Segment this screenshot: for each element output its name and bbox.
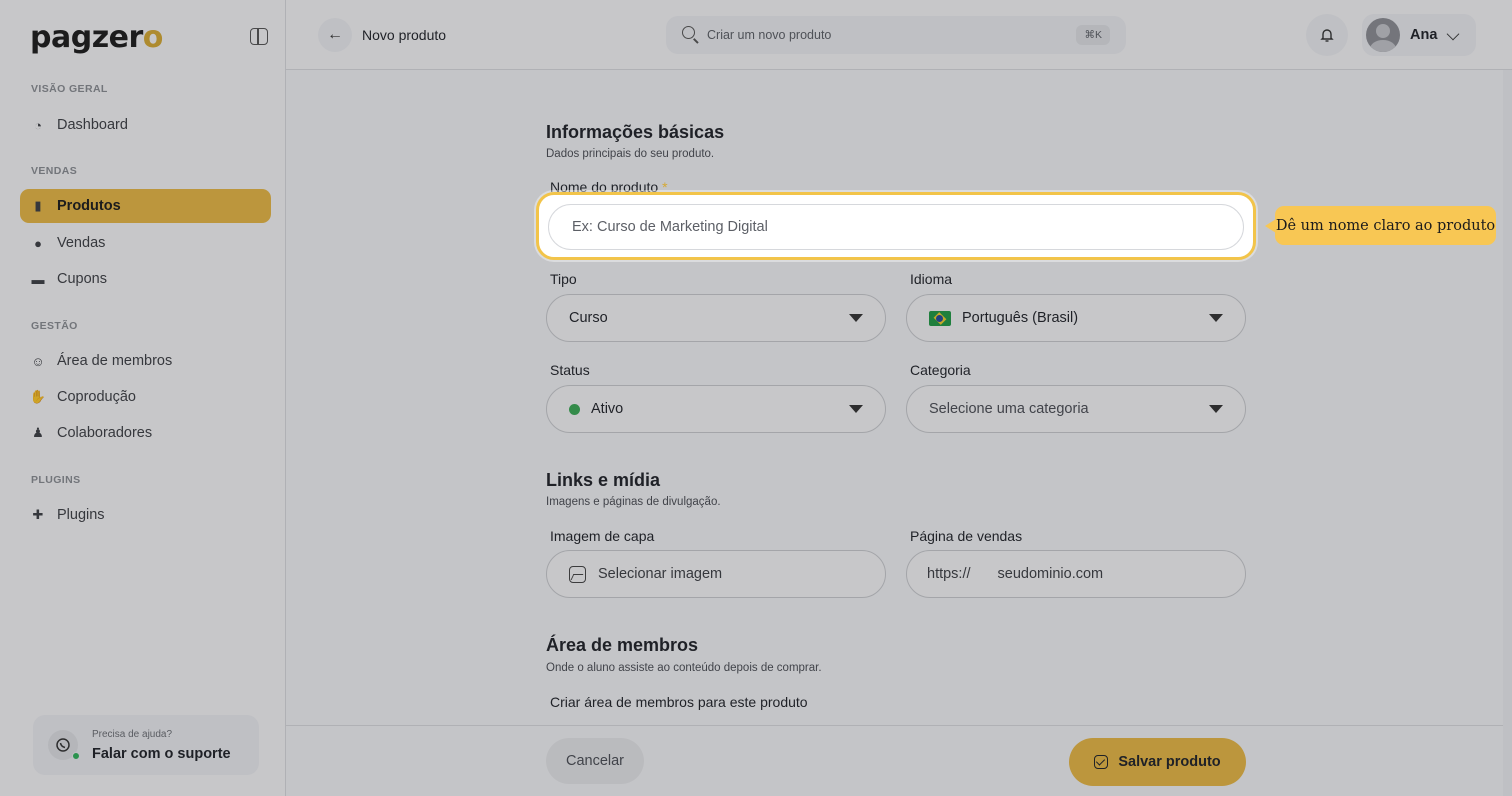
user-icon: ♟: [32, 425, 44, 440]
scrollbar[interactable]: [1503, 70, 1512, 796]
cover-label: Imagem de capa: [550, 528, 655, 544]
categoria-select[interactable]: Selecione uma categoria: [906, 385, 1246, 433]
section-title-sales: VENDAS: [31, 165, 78, 177]
product-name-input[interactable]: Ex: Curso de Marketing Digital: [548, 204, 1244, 250]
caret-down-icon: [1209, 314, 1223, 322]
select-image-button[interactable]: Selecionar imagem: [546, 550, 886, 598]
brazil-flag-icon: [929, 310, 951, 326]
section-title-plugins: PLUGINS: [31, 474, 81, 486]
product-name-placeholder: Ex: Curso de Marketing Digital: [572, 219, 768, 235]
section-title-overview: VISÃO GERAL: [31, 83, 108, 95]
section-desc-media: Imagens e páginas de divulgação.: [546, 496, 721, 508]
coins-icon: ●: [34, 235, 42, 251]
section-title-members: Área de membros: [546, 635, 699, 655]
idioma-select[interactable]: Português (Brasil): [906, 294, 1246, 342]
chevron-down-icon: [1446, 27, 1460, 41]
categoria-label: Categoria: [910, 362, 971, 378]
tipo-select[interactable]: Curso: [546, 294, 886, 342]
section-title-basic: Informações básicas: [546, 122, 725, 142]
sales-page-label: Página de vendas: [910, 528, 1023, 544]
bell-icon[interactable]: [1306, 14, 1348, 56]
section-title-media: Links e mídia: [546, 470, 661, 490]
sidebar-item-label: Coprodução: [57, 389, 136, 405]
tipo-label: Tipo: [550, 271, 577, 287]
status-select[interactable]: Ativo: [546, 385, 886, 433]
tipo-value: Curso: [569, 310, 608, 326]
logo[interactable]: pagzero: [30, 20, 163, 55]
main-content: Informações básicas Dados principais do …: [286, 70, 1512, 796]
categoria-placeholder: Selecione uma categoria: [929, 401, 1089, 417]
sidebar-item-label: Vendas: [57, 235, 106, 251]
handshake-icon: ✋: [29, 389, 47, 404]
collapse-sidebar-icon[interactable]: [250, 28, 268, 45]
section-desc-members: Onde o aluno assiste ao conteúdo depois …: [546, 662, 822, 674]
whatsapp-icon: [48, 730, 80, 760]
sidebar-item-coproducao[interactable]: ✋ Coprodução: [20, 380, 271, 414]
user-name: Ana: [1410, 27, 1438, 43]
sidebar-item-vendas[interactable]: ● Vendas: [20, 226, 271, 260]
sidebar-item-label: Dashboard: [57, 117, 128, 133]
url-prefix: https://: [927, 566, 971, 582]
shortcut-badge: ⌘K: [1076, 25, 1110, 45]
image-icon: [569, 565, 586, 583]
sidebar-item-label: Plugins: [57, 507, 105, 523]
sidebar-item-plugins[interactable]: ✚ Plugins: [20, 498, 271, 532]
sidebar-item-area-membros[interactable]: ☺ Área de membros: [20, 344, 271, 378]
cancel-button[interactable]: Cancelar: [546, 738, 644, 784]
tour-spotlight: Ex: Curso de Marketing Digital: [536, 192, 1256, 260]
ticket-icon: ▬: [31, 271, 45, 287]
caret-down-icon: [849, 314, 863, 322]
puzzle-icon: ✚: [32, 507, 44, 522]
sidebar-item-cupons[interactable]: ▬ Cupons: [20, 262, 271, 296]
url-placeholder: seudominio.com: [997, 566, 1104, 582]
sales-page-input[interactable]: https:// seudominio.com: [906, 550, 1246, 598]
page-title: Novo produto: [362, 27, 447, 43]
box-icon: ▮: [34, 198, 42, 213]
section-title-management: GESTÃO: [31, 320, 78, 332]
tour-tooltip: Dê um nome claro ao produto: [1265, 206, 1496, 245]
idioma-value: Português (Brasil): [962, 310, 1079, 326]
select-image-label: Selecionar imagem: [598, 566, 723, 582]
online-status-dot: [72, 752, 80, 760]
sidebar-item-produtos[interactable]: ▮ Produtos: [20, 189, 271, 223]
section-desc-basic: Dados principais do seu produto.: [546, 148, 715, 160]
check-icon: [1094, 755, 1109, 769]
caret-down-icon: [1209, 405, 1223, 413]
sidebar-item-colaboradores[interactable]: ♟ Colaboradores: [20, 416, 271, 450]
sidebar-item-label: Cupons: [57, 271, 107, 287]
caret-down-icon: [849, 405, 863, 413]
search-placeholder: Criar um novo produto: [707, 28, 832, 42]
sidebar-item-label: Área de membros: [57, 353, 173, 369]
users-icon: ☺: [31, 353, 45, 369]
idioma-label: Idioma: [910, 271, 953, 287]
status-value: Ativo: [591, 401, 624, 417]
members-field-label: Criar área de membros para este produto: [550, 694, 808, 710]
avatar: [1366, 18, 1400, 52]
back-arrow-icon[interactable]: ←: [318, 18, 352, 52]
save-label: Salvar produto: [1118, 754, 1221, 770]
sidebar: pagzero VISÃO GERAL ◔ Dashboard VENDAS ▮…: [0, 0, 286, 796]
top-header: ← Novo produto Criar um novo produto ⌘K …: [286, 0, 1512, 70]
save-product-button[interactable]: Salvar produto: [1069, 738, 1246, 786]
user-menu[interactable]: Ana: [1362, 14, 1476, 56]
search-icon: [682, 26, 695, 39]
support-question: Precisa de ajuda?: [92, 729, 173, 740]
status-dot: [569, 403, 580, 415]
search-input[interactable]: Criar um novo produto ⌘K: [666, 16, 1126, 54]
sidebar-item-label: Colaboradores: [57, 425, 153, 441]
support-link[interactable]: Falar com o suporte: [92, 746, 231, 762]
support-card[interactable]: Precisa de ajuda? Falar com o suporte: [33, 715, 259, 775]
form-footer: Cancelar Salvar produto: [286, 725, 1512, 796]
sidebar-item-label: Produtos: [57, 198, 121, 214]
status-label: Status: [550, 362, 590, 378]
sidebar-item-dashboard[interactable]: ◔ Dashboard: [20, 108, 271, 142]
chart-icon: ◔: [34, 117, 42, 133]
